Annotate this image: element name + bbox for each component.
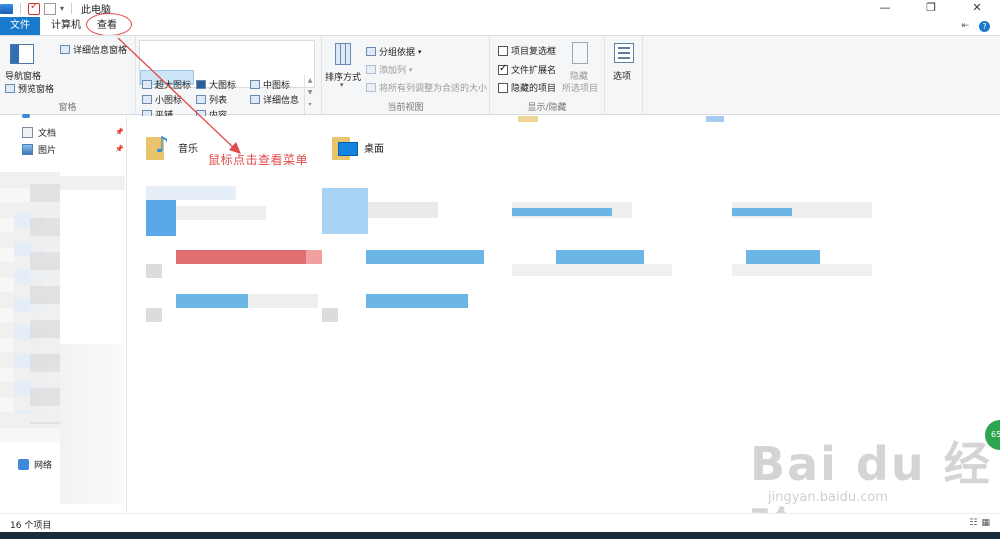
file-explorer-window: ▾ 此电脑 — ❐ ✕ 文件 计算机 查看 ⇤ ? 导航窗格 预览	[0, 0, 1000, 539]
status-bar: 16 个项目 ☷ ▦	[0, 513, 1000, 532]
item-count: 16 个项目	[10, 521, 52, 531]
large-icons-view-icon[interactable]: ▦	[981, 518, 990, 528]
annotation-text: 鼠标点击查看菜单	[208, 153, 309, 167]
baidu-watermark-url: jingyan.baidu.com	[768, 490, 888, 505]
details-view-icon[interactable]: ☷	[969, 518, 977, 528]
taskbar	[0, 532, 1000, 539]
